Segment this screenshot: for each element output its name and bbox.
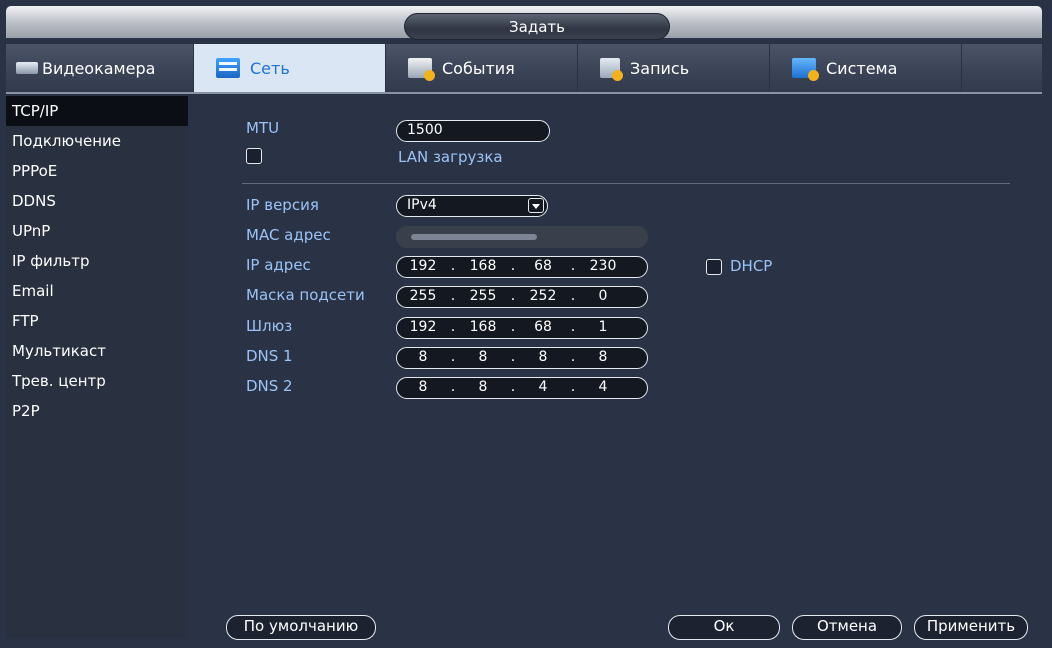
mtu-label: MTU <box>246 119 280 137</box>
lan-download-checkbox[interactable] <box>246 148 262 164</box>
dns2-octet[interactable]: 8 <box>457 378 509 398</box>
system-icon <box>792 58 819 81</box>
tcpip-settings-panel: MTU 1500 LAN загрузка IP версия IPv4 MAC… <box>196 96 1042 640</box>
dns1-label: DNS 1 <box>246 347 293 365</box>
default-button[interactable]: По умолчанию <box>226 615 376 640</box>
sidebar-item-p2p[interactable]: P2P <box>6 396 188 426</box>
dns1-octet[interactable]: 8 <box>397 348 449 368</box>
apply-button[interactable]: Применить <box>914 615 1028 640</box>
tab-events[interactable]: События <box>386 44 578 92</box>
sidebar-item-pppoe[interactable]: PPPoE <box>6 156 188 186</box>
dns1-octet[interactable]: 8 <box>457 348 509 368</box>
record-icon <box>600 58 623 81</box>
mask-octet[interactable]: 252 <box>517 287 569 307</box>
lan-download-label: LAN загрузка <box>398 148 503 166</box>
dns2-octet[interactable]: 4 <box>517 378 569 398</box>
gateway-octet[interactable]: 192 <box>397 318 449 338</box>
ip-octet[interactable]: 192 <box>397 257 449 277</box>
ip-octet[interactable]: 230 <box>577 257 629 277</box>
ip-version-value: IPv4 <box>407 197 437 213</box>
mtu-input[interactable]: 1500 <box>396 120 550 142</box>
mask-octet[interactable]: 255 <box>397 287 449 307</box>
tab-label: Сеть <box>250 58 290 78</box>
tab-record[interactable]: Запись <box>578 44 770 92</box>
ip-octet[interactable]: 168 <box>457 257 509 277</box>
dns2-input[interactable]: 8. 8. 4. 4 <box>396 377 648 399</box>
tab-label: Запись <box>630 58 690 78</box>
gateway-octet[interactable]: 168 <box>457 318 509 338</box>
tab-network[interactable]: Сеть <box>194 44 386 92</box>
ip-address-input[interactable]: 192. 168. 68. 230 <box>396 256 648 278</box>
dns1-octet[interactable]: 8 <box>517 348 569 368</box>
mac-value-redacted <box>411 234 537 240</box>
camera-icon <box>16 62 38 74</box>
tab-label: Видеокамера <box>42 58 156 78</box>
title-bar: Задать <box>6 6 1042 40</box>
dhcp-label: DHCP <box>730 257 773 275</box>
tab-label: Система <box>826 58 898 78</box>
gateway-input[interactable]: 192. 168. 68. 1 <box>396 317 648 339</box>
ip-octet[interactable]: 68 <box>517 257 569 277</box>
mask-label: Маска подсети <box>246 286 365 304</box>
sidebar-item-alarm-center[interactable]: Трев. центр <box>6 366 188 396</box>
ok-button[interactable]: Ок <box>668 615 780 640</box>
sidebar-item-tcpip[interactable]: TCP/IP <box>6 96 188 126</box>
mac-field <box>396 226 648 248</box>
gateway-octet[interactable]: 1 <box>577 318 629 338</box>
gateway-octet[interactable]: 68 <box>517 318 569 338</box>
mask-octet[interactable]: 0 <box>577 287 629 307</box>
subnet-mask-input[interactable]: 255. 255. 252. 0 <box>396 286 648 308</box>
cancel-button[interactable]: Отмена <box>792 615 902 640</box>
dns1-input[interactable]: 8. 8. 8. 8 <box>396 347 648 369</box>
ip-version-label: IP версия <box>246 196 319 214</box>
window-title: Задать <box>404 13 670 40</box>
sidebar: TCP/IP Подключение PPPoE DDNS UPnP IP фи… <box>6 96 188 638</box>
sidebar-item-ftp[interactable]: FTP <box>6 306 188 336</box>
sidebar-item-upnp[interactable]: UPnP <box>6 216 188 246</box>
sidebar-item-multicast[interactable]: Мультикаст <box>6 336 188 366</box>
dns2-octet[interactable]: 4 <box>577 378 629 398</box>
sidebar-item-ddns[interactable]: DDNS <box>6 186 188 216</box>
sidebar-item-email[interactable]: Email <box>6 276 188 306</box>
tab-camera[interactable]: Видеокамера <box>6 44 194 92</box>
ip-version-select[interactable]: IPv4 <box>396 195 548 217</box>
tab-label: События <box>442 58 515 78</box>
chevron-down-icon <box>528 198 544 213</box>
main-tabs: Видеокамера Сеть События Запись Система <box>6 44 1042 94</box>
mask-octet[interactable]: 255 <box>457 287 509 307</box>
sidebar-item-connection[interactable]: Подключение <box>6 126 188 156</box>
dns2-octet[interactable]: 8 <box>397 378 449 398</box>
tab-system[interactable]: Система <box>770 44 962 92</box>
section-divider <box>242 183 1010 184</box>
dns1-octet[interactable]: 8 <box>577 348 629 368</box>
network-icon <box>216 58 240 78</box>
mac-label: MAC адрес <box>246 226 331 244</box>
events-icon <box>408 58 435 81</box>
ip-label: IP адрес <box>246 256 311 274</box>
gateway-label: Шлюз <box>246 317 293 335</box>
sidebar-item-ip-filter[interactable]: IP фильтр <box>6 246 188 276</box>
dns2-label: DNS 2 <box>246 377 293 395</box>
settings-window: Задать Видеокамера Сеть События Запись С… <box>0 0 1052 648</box>
dhcp-checkbox[interactable] <box>706 259 722 275</box>
